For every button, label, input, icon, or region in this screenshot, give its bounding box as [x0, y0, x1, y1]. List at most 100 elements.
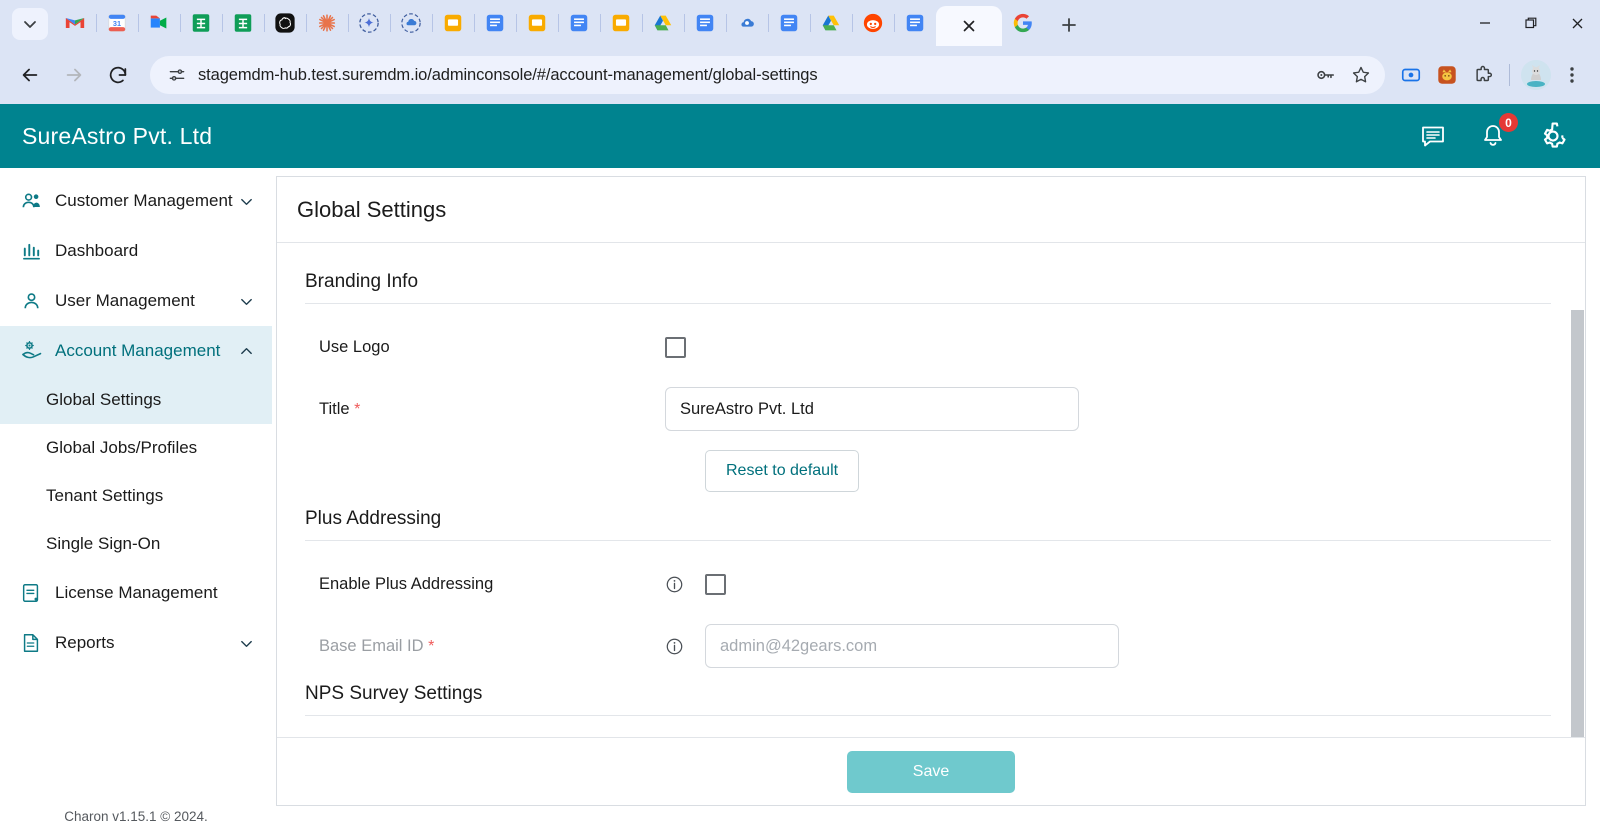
gemini-icon: [359, 13, 379, 33]
messages-button[interactable]: [1418, 121, 1448, 151]
new-tab-button[interactable]: [1052, 8, 1086, 42]
sidebar-item-dashboard[interactable]: Dashboard: [0, 226, 272, 276]
extensions-button[interactable]: [1465, 57, 1501, 93]
sidebar-item-global-settings[interactable]: Global Settings: [0, 376, 272, 424]
use-logo-checkbox[interactable]: [665, 336, 686, 358]
profile-button[interactable]: [1518, 57, 1554, 93]
section-divider: [305, 303, 1551, 304]
url-text[interactable]: stagemdm-hub.test.suremdm.io/adminconsol…: [192, 66, 1307, 85]
asterisk-icon: [318, 14, 336, 32]
tab-google-docs-5[interactable]: [894, 3, 936, 43]
license-doc-icon: [20, 582, 46, 604]
tab-google-docs[interactable]: [474, 3, 517, 43]
address-bar[interactable]: stagemdm-hub.test.suremdm.io/adminconsol…: [150, 56, 1385, 94]
tab-google[interactable]: [1002, 3, 1044, 43]
tab-google-slides[interactable]: [432, 3, 475, 43]
sidebar-item-license-management[interactable]: License Management: [0, 568, 272, 618]
tab-google-docs-2[interactable]: [558, 3, 601, 43]
sidebar-subitem-label: Global Jobs/Profiles: [46, 438, 198, 457]
omnibox-actions: [1307, 57, 1379, 93]
tab-reddit[interactable]: [852, 3, 895, 43]
puzzle-icon: [1476, 65, 1492, 82]
cast-button[interactable]: [1393, 57, 1429, 93]
row-base-email-id: Base Email ID *: [305, 615, 1551, 677]
notification-badge: 0: [1499, 113, 1518, 132]
section-divider: [305, 715, 1551, 716]
close-icon[interactable]: [961, 18, 977, 34]
browser-window: 31 stagemdm-hub.test.suremdm.io/admincon…: [0, 0, 1600, 840]
sidebar-item-reports[interactable]: Reports: [0, 618, 272, 668]
browser-menu-button[interactable]: [1554, 57, 1590, 93]
tab-search-button[interactable]: [12, 8, 48, 40]
tab-google-docs-4[interactable]: [768, 3, 811, 43]
plus-icon: [1062, 18, 1076, 32]
forward-button[interactable]: [54, 55, 94, 95]
sidebar-item-single-sign-on[interactable]: Single Sign-On: [0, 520, 272, 568]
required-asterisk: *: [354, 400, 361, 418]
tab-google-sheets-2[interactable]: [222, 3, 265, 43]
restore-icon: [1525, 17, 1537, 29]
tab-google-docs-3[interactable]: [684, 3, 727, 43]
tab-google-drive-2[interactable]: [810, 3, 853, 43]
tab-gemini[interactable]: [348, 3, 391, 43]
tab-google-sheets[interactable]: [180, 3, 223, 43]
cloud-icon: [741, 18, 754, 27]
panel-header: Global Settings: [277, 177, 1585, 243]
sidebar-item-account-management[interactable]: Account Management: [0, 326, 272, 376]
title-label: Title *: [305, 400, 665, 419]
tab-chatgpt[interactable]: [264, 3, 307, 43]
docs-icon: [780, 14, 798, 32]
base-email-id-label: Base Email ID *: [305, 637, 665, 656]
tab-google-drive[interactable]: [642, 3, 685, 43]
password-manager-button[interactable]: [1307, 57, 1343, 93]
chevron-down-icon: [24, 21, 36, 28]
sidebar-item-user-management[interactable]: User Management: [0, 276, 272, 326]
tab-google-meet[interactable]: [138, 3, 181, 43]
save-button[interactable]: Save: [847, 750, 1015, 793]
tab-claude[interactable]: [306, 3, 349, 43]
tab-cloud[interactable]: [390, 3, 433, 43]
maximize-button[interactable]: [1508, 0, 1554, 46]
enable-plus-addressing-checkbox[interactable]: [705, 573, 726, 595]
chevron-down-icon: [236, 294, 256, 309]
bookmark-button[interactable]: [1343, 57, 1379, 93]
info-icon[interactable]: [665, 575, 705, 594]
reset-to-default-button[interactable]: Reset to default: [705, 450, 860, 492]
slides-icon: [612, 14, 630, 32]
sidebar-item-tenant-settings[interactable]: Tenant Settings: [0, 472, 272, 520]
back-button[interactable]: [10, 55, 50, 95]
base-email-id-input[interactable]: [705, 624, 1119, 668]
title-control: [665, 387, 1079, 431]
required-asterisk: *: [428, 637, 435, 655]
notifications-button[interactable]: 0: [1478, 113, 1518, 151]
tab-gmail[interactable]: [54, 3, 97, 43]
minimize-icon: [1480, 22, 1490, 24]
active-tab[interactable]: [936, 6, 1002, 46]
tab-cloud-2[interactable]: [726, 3, 769, 43]
reload-button[interactable]: [98, 55, 138, 95]
window-close-icon: [1572, 18, 1582, 28]
minimize-button[interactable]: [1462, 0, 1508, 46]
title-input[interactable]: [665, 387, 1079, 431]
app-body: Customer Management Dashboard User Manag…: [0, 168, 1600, 840]
pinned-tabs: 31: [54, 0, 1462, 46]
back-arrow-icon: [22, 68, 38, 82]
drive-icon: [654, 15, 672, 31]
cloud-icon: [401, 13, 421, 33]
sidebar-item-global-jobs-profiles[interactable]: Global Jobs/Profiles: [0, 424, 272, 472]
web-page: SureAstro Pvt. Ltd 0 Customer Management…: [0, 104, 1600, 840]
site-settings-button[interactable]: [162, 60, 192, 90]
info-icon[interactable]: [665, 637, 705, 656]
extension-cat-button[interactable]: [1429, 57, 1465, 93]
settings-button[interactable]: [1538, 121, 1568, 151]
settings-scroll-area: Branding Info Use Logo Title * SureAstro…: [277, 243, 1585, 737]
close-window-button[interactable]: [1554, 0, 1600, 46]
tab-google-slides-3[interactable]: [600, 3, 643, 43]
tab-google-calendar[interactable]: 31: [96, 3, 139, 43]
sidebar-item-customer-management[interactable]: Customer Management: [0, 176, 272, 226]
base-email-id-control: [665, 624, 1119, 668]
panel-scrollbar[interactable]: [1571, 310, 1584, 737]
use-logo-label: Use Logo: [319, 337, 390, 356]
enable-plus-addressing-control: [665, 573, 726, 595]
tab-google-slides-2[interactable]: [516, 3, 559, 43]
